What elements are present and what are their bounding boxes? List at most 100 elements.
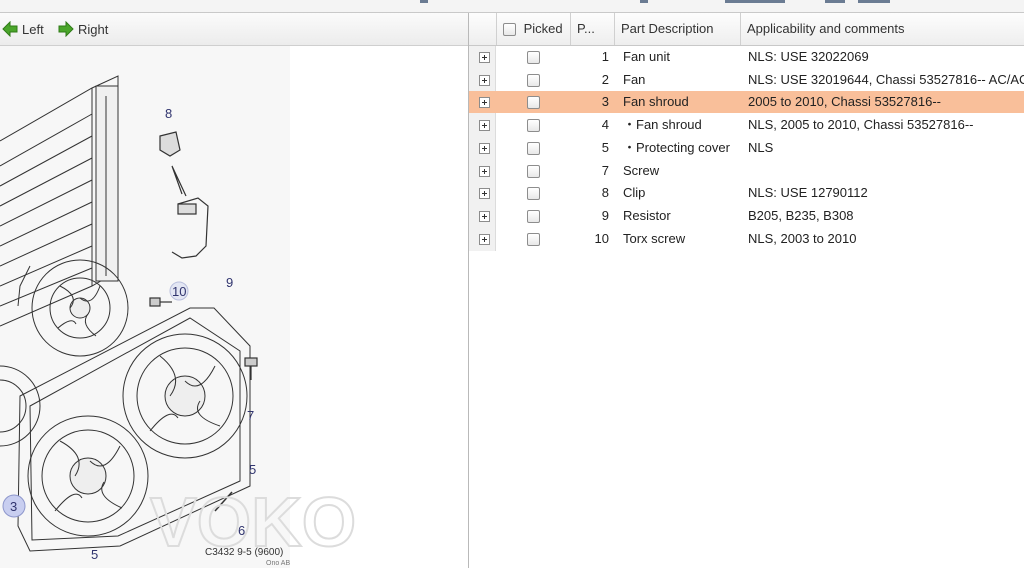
picked-checkbox-cell[interactable] xyxy=(527,160,540,182)
row-part-description: ・Fan shroud xyxy=(623,117,702,133)
diagram-toolbar: Left Right xyxy=(0,13,468,46)
left-button[interactable]: Left xyxy=(2,20,44,38)
row-part-description: Clip xyxy=(623,185,646,201)
row-applicability: NLS, 2003 to 2010 xyxy=(748,230,857,246)
parts-diagram[interactable]: VOKO 8 10 9 7 5 5 6 3 C3432 9-5 (9600) O… xyxy=(0,46,468,568)
expand-toggle[interactable] xyxy=(479,46,490,68)
row-applicability: NLS: USE 32022069 xyxy=(748,49,869,64)
picked-checkbox[interactable] xyxy=(527,51,540,65)
picked-checkbox[interactable] xyxy=(527,73,540,87)
top-strip-mark xyxy=(825,0,845,3)
expand-toggle[interactable] xyxy=(479,69,490,91)
table-row[interactable]: 3 Fan shroud 2005 to 2010, Chassi 53527816… xyxy=(469,91,1024,114)
picked-checkbox[interactable] xyxy=(527,119,540,133)
expand-toggle[interactable] xyxy=(479,182,490,204)
callout-5b: 5 xyxy=(91,547,98,562)
row-applicability: 2005 to 2010, Chassi 53527816-- xyxy=(748,94,941,110)
row-part-description: Screw xyxy=(623,162,660,178)
picked-checkbox-cell[interactable] xyxy=(527,137,540,159)
header-part-description[interactable]: Part Description xyxy=(615,13,741,45)
picked-checkbox-cell[interactable] xyxy=(527,69,540,91)
expand-toggle[interactable] xyxy=(479,205,490,227)
header-picked-label: Picked xyxy=(523,21,563,36)
row-applicability: NLS xyxy=(748,139,774,155)
picked-checkbox-cell[interactable] xyxy=(527,205,540,227)
table-row[interactable]: 5 ・Protecting cover NLS xyxy=(469,137,1024,159)
expand-toggle[interactable] xyxy=(479,228,490,250)
row-position: 1 xyxy=(601,49,609,64)
callout-6: 6 xyxy=(238,523,245,538)
table-row[interactable]: 9 Resistor B205, B235, B308 xyxy=(469,205,1024,227)
window-top-strip xyxy=(0,0,1024,13)
table-row[interactable]: 4 ・Fan shroud NLS, 2005 to 2010, Chassi 53… xyxy=(469,114,1024,136)
picked-checkbox-cell[interactable] xyxy=(527,114,540,136)
row-applicability: NLS, 2005 to 2010, Chassi 53527816-- xyxy=(748,117,974,133)
parts-table-header: Picked P... Part Description Applicabili… xyxy=(469,13,1024,46)
picked-checkbox[interactable] xyxy=(527,209,540,223)
header-picked[interactable]: Picked xyxy=(497,13,571,45)
top-strip-mark xyxy=(640,0,648,3)
callout-7: 7 xyxy=(247,408,254,423)
arrow-right-icon xyxy=(58,21,74,37)
row-part-description: Fan unit xyxy=(623,49,670,64)
plus-icon xyxy=(479,120,490,132)
plus-icon xyxy=(479,52,490,64)
header-applicability[interactable]: Applicability and comments xyxy=(741,13,1024,45)
row-applicability xyxy=(748,160,1024,182)
row-position: 3 xyxy=(601,94,609,110)
picked-checkbox[interactable] xyxy=(527,96,540,110)
row-applicability: B205, B235, B308 xyxy=(748,207,854,223)
picked-checkbox-cell[interactable] xyxy=(527,182,540,204)
row-applicability: NLS: USE 32019644, Chassi 53527816-- AC/… xyxy=(748,71,1024,87)
picked-checkbox[interactable] xyxy=(527,164,540,178)
picked-checkbox[interactable] xyxy=(527,141,540,155)
expand-toggle[interactable] xyxy=(479,91,490,113)
left-button-label: Left xyxy=(22,21,44,37)
callout-10: 10 xyxy=(172,284,186,299)
parts-table-pane: Picked P... Part Description Applicabili… xyxy=(469,13,1024,568)
expand-toggle[interactable] xyxy=(479,160,490,182)
plus-icon xyxy=(479,165,490,177)
row-position: 5 xyxy=(601,139,609,155)
picked-checkbox[interactable] xyxy=(527,232,540,246)
row-position: 10 xyxy=(594,230,609,246)
plus-icon xyxy=(479,188,490,200)
table-row[interactable]: 1 Fan unit NLS: USE 32022069 xyxy=(469,46,1024,68)
select-all-checkbox[interactable] xyxy=(503,23,516,37)
diagram-pane: Left Right VOKO 8 10 9 7 5 5 6 3 C3432 9… xyxy=(0,13,469,568)
right-button-label: Right xyxy=(78,21,109,37)
expand-toggle[interactable] xyxy=(479,137,490,159)
row-applicability: NLS: USE 12790112 xyxy=(748,185,868,201)
right-button[interactable]: Right xyxy=(58,20,108,38)
row-part-description: Fan shroud xyxy=(623,94,689,110)
row-part-description: Torx screw xyxy=(623,230,686,246)
plus-icon xyxy=(479,210,490,222)
row-position: 2 xyxy=(601,71,609,87)
picked-checkbox-cell[interactable] xyxy=(527,46,540,68)
expand-toggle[interactable] xyxy=(479,114,490,136)
plus-icon xyxy=(479,97,490,109)
row-part-description: ・Protecting cover xyxy=(623,139,730,155)
table-row[interactable]: 8 Clip NLS: USE 12790112 xyxy=(469,182,1024,204)
row-part-description: Fan xyxy=(623,71,646,87)
diagram-caption: C3432 9-5 (9600) xyxy=(205,547,283,558)
table-row[interactable]: 2 Fan NLS: USE 32019644, Chassi 53527816--… xyxy=(469,69,1024,91)
arrow-left-icon xyxy=(2,21,18,37)
top-strip-mark xyxy=(725,0,785,3)
header-position[interactable]: P... xyxy=(571,13,615,45)
picked-checkbox-cell[interactable] xyxy=(527,228,540,250)
picked-checkbox-cell[interactable] xyxy=(527,91,540,113)
row-position: 8 xyxy=(601,185,609,201)
row-position: 9 xyxy=(601,207,609,223)
plus-icon xyxy=(479,74,490,86)
callout-9: 9 xyxy=(226,275,233,290)
diagram-credit: Ono AB xyxy=(266,560,290,567)
header-expand-col xyxy=(469,13,497,45)
callout-3: 3 xyxy=(10,499,17,514)
picked-checkbox[interactable] xyxy=(527,187,540,201)
table-row[interactable]: 10 Torx screw NLS, 2003 to 2010 xyxy=(469,228,1024,250)
row-part-description: Resistor xyxy=(623,207,671,223)
table-row[interactable]: 7 Screw xyxy=(469,160,1024,182)
callout-5a: 5 xyxy=(249,462,256,477)
plus-icon xyxy=(479,142,490,154)
